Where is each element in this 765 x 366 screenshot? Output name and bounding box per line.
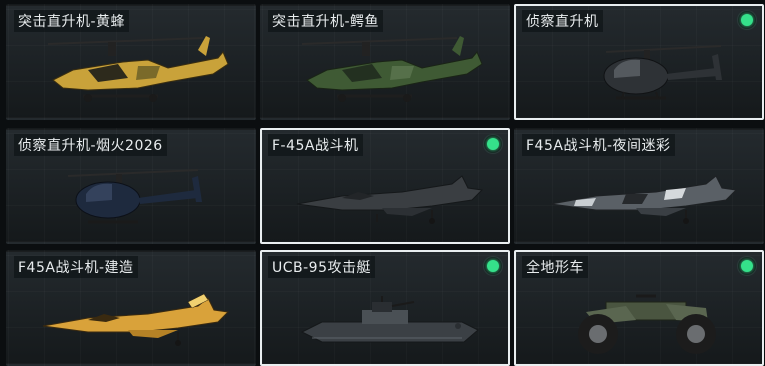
vehicle-card[interactable]: 侦察直升机-烟火2026 [6, 128, 256, 244]
atv-icon [578, 294, 716, 354]
vehicle-card-label: F-45A战斗机 [268, 134, 363, 156]
vehicle-card-label: 侦察直升机-烟火2026 [14, 134, 167, 156]
vehicle-card-label: 全地形车 [522, 256, 588, 278]
vehicle-card[interactable]: F-45A战斗机 [260, 128, 510, 244]
attack-helicopter-icon [47, 36, 229, 102]
fighter-jet-icon [550, 175, 738, 224]
vehicle-card[interactable]: F45A战斗机-夜间迷彩 [514, 128, 764, 244]
attack-helicopter-icon [301, 36, 483, 102]
fighter-jet-icon [42, 293, 230, 346]
vehicle-card[interactable]: 突击直升机-鳄鱼 [260, 4, 510, 120]
fighter-jet-icon [296, 175, 484, 224]
vehicle-card-label: F45A战斗机-建造 [14, 256, 138, 278]
vehicle-card-label: 突击直升机-黄蜂 [14, 10, 130, 32]
equipped-indicator-icon [738, 257, 756, 275]
vehicle-card[interactable]: F45A战斗机-建造 [6, 250, 256, 366]
vehicle-card[interactable]: 侦察直升机 [514, 4, 764, 120]
vehicle-card-label: 突击直升机-鳄鱼 [268, 10, 384, 32]
attack-boat-icon [300, 296, 479, 343]
vehicle-grid: 突击直升机-黄蜂 突击直升机-鳄鱼 侦察直升机 侦察直升机-烟火2026 F-4… [0, 0, 765, 366]
vehicle-card-label: 侦察直升机 [522, 10, 603, 32]
vehicle-card[interactable]: 全地形车 [514, 250, 764, 366]
vehicle-card[interactable]: 突击直升机-黄蜂 [6, 4, 256, 120]
vehicle-card-label: UCB-95攻击艇 [268, 256, 375, 278]
scout-helicopter-icon [67, 169, 202, 224]
vehicle-card-label: F45A战斗机-夜间迷彩 [522, 134, 675, 156]
equipped-indicator-icon [484, 135, 502, 153]
equipped-indicator-icon [484, 257, 502, 275]
vehicle-card[interactable]: UCB-95攻击艇 [260, 250, 510, 366]
scout-helicopter-icon [603, 45, 722, 100]
equipped-indicator-icon [738, 11, 756, 29]
